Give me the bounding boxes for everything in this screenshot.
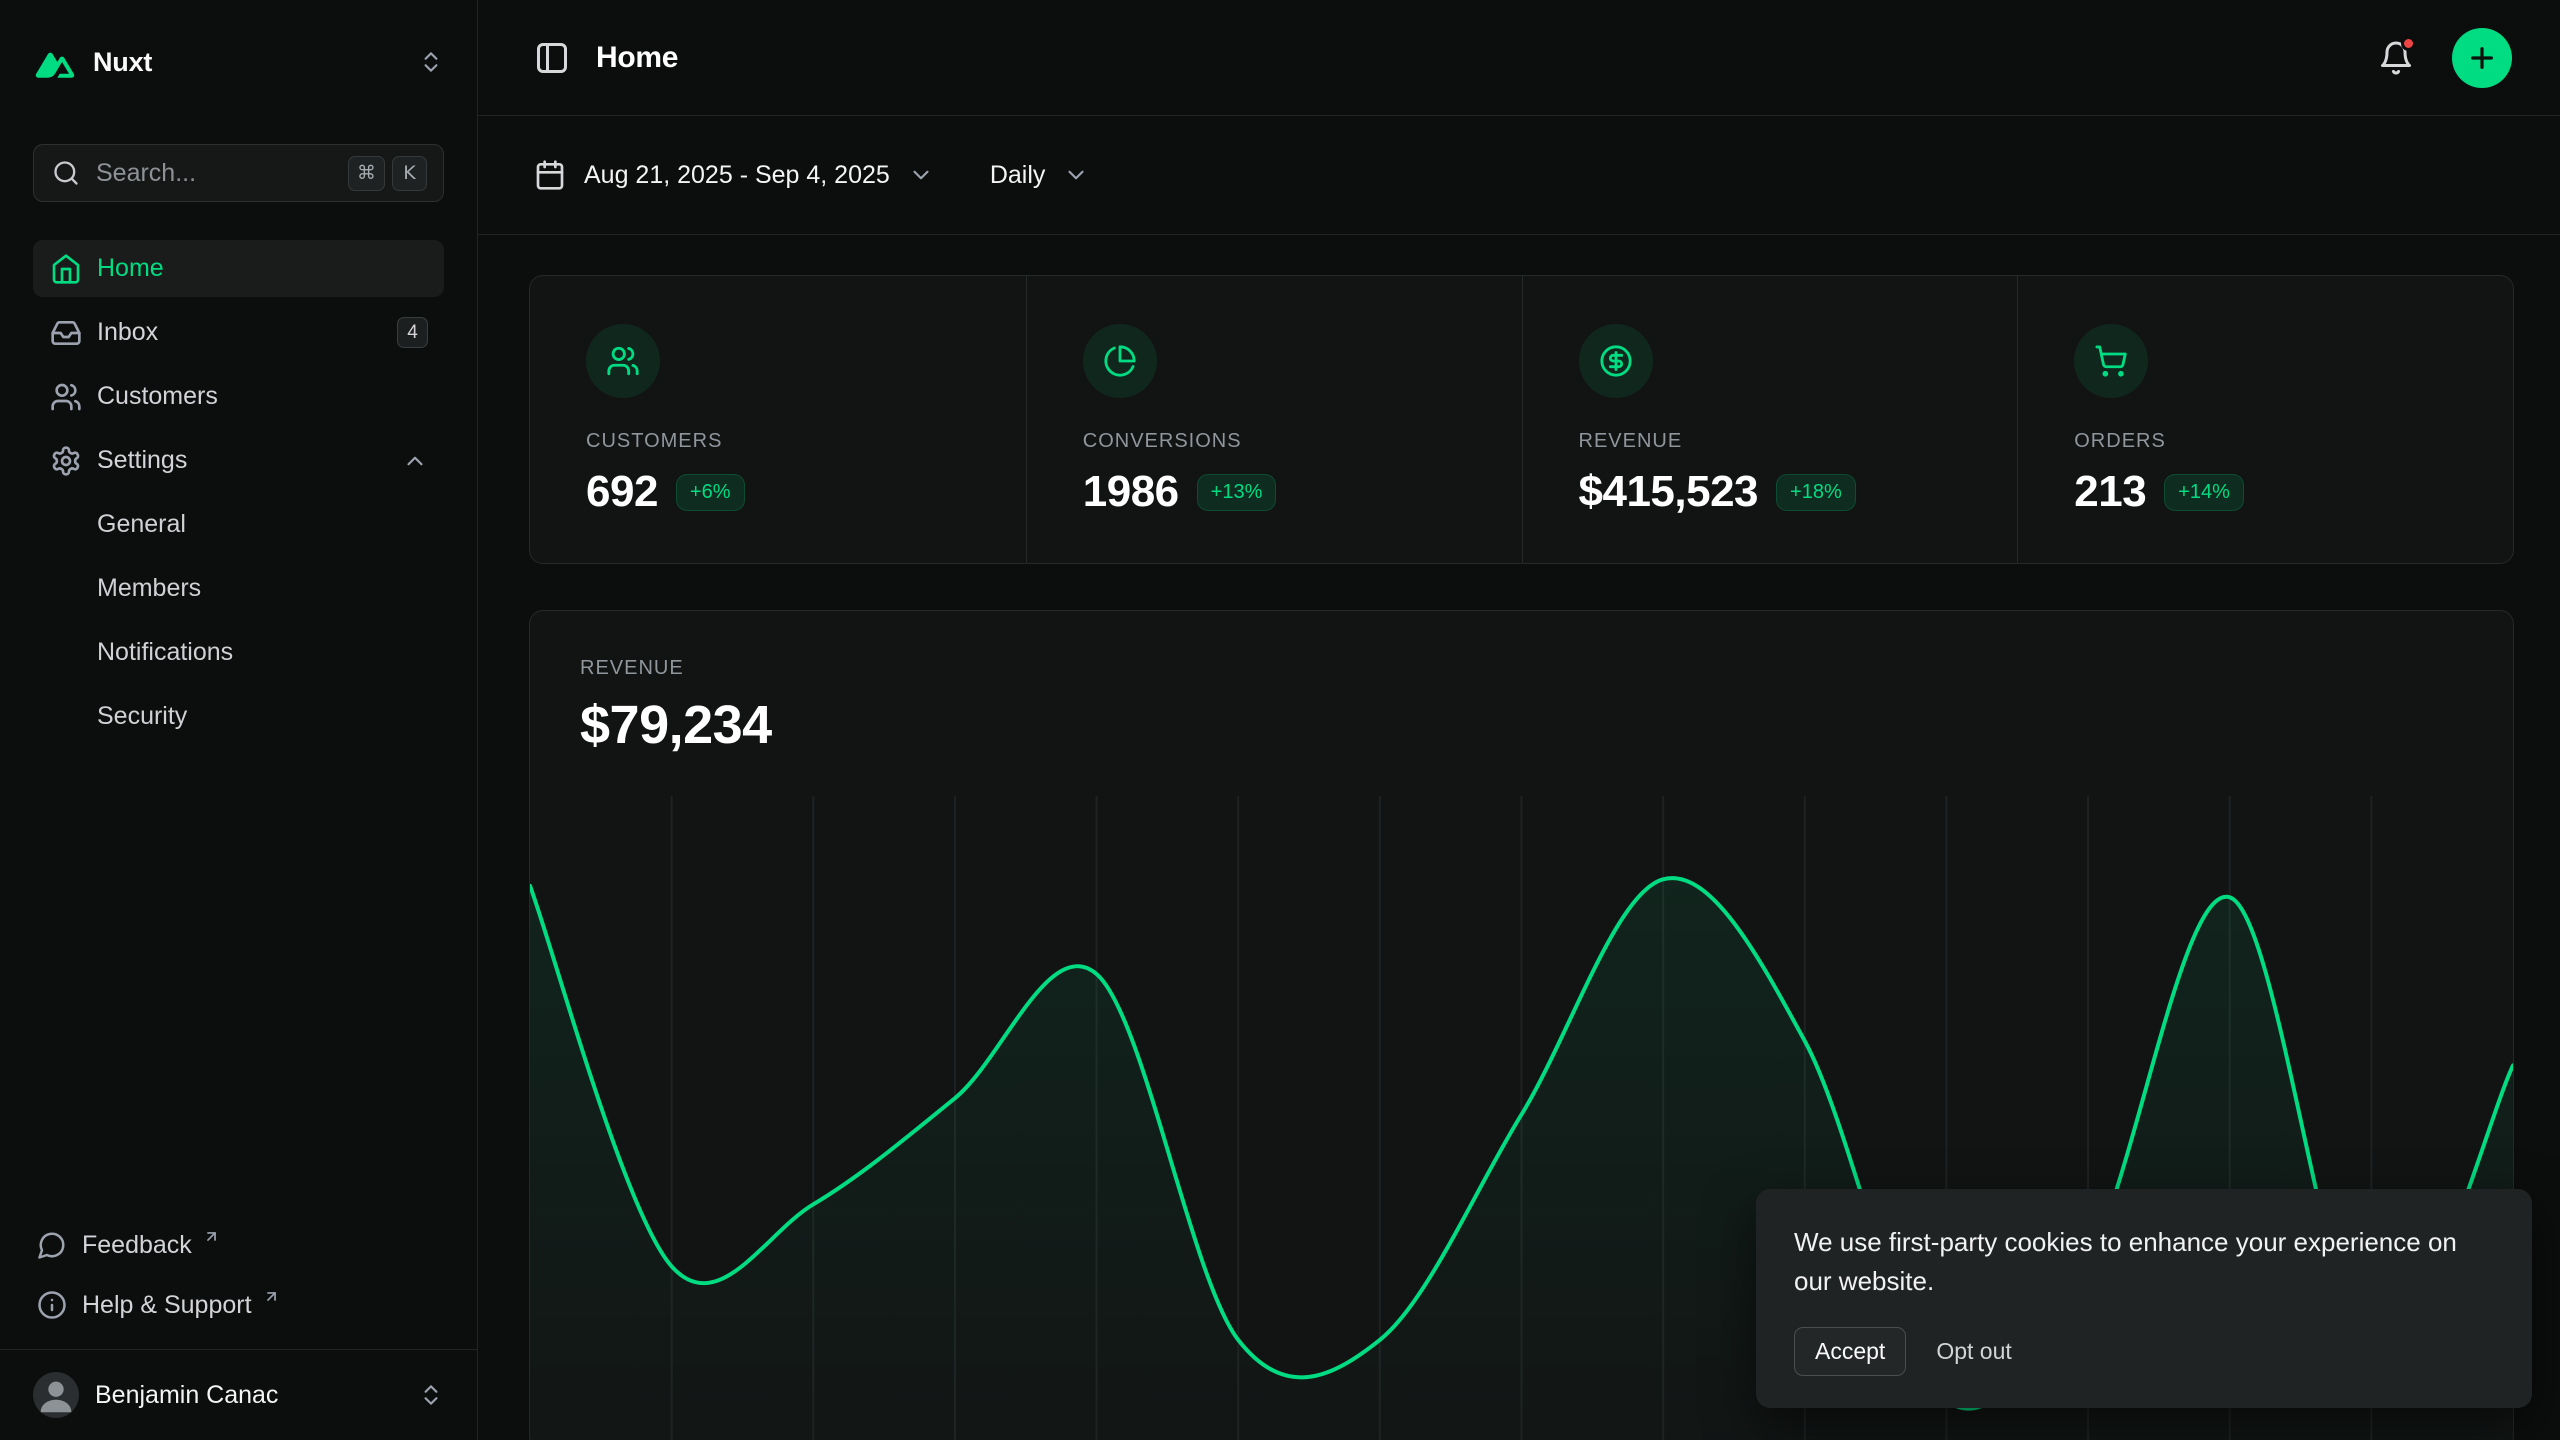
page-header: Home: [478, 0, 2560, 116]
page-title: Home: [596, 41, 678, 75]
filters-toolbar: Aug 21, 2025 - Sep 4, 2025 Daily: [478, 116, 2560, 235]
stat-value: 692: [586, 467, 658, 517]
chevrons-up-down-icon: [418, 1382, 444, 1408]
stat-value: 213: [2074, 467, 2146, 517]
external-link-icon: [263, 1288, 280, 1305]
sidebar-nav: Home Inbox 4 Customers Settings: [33, 240, 444, 745]
plus-icon: [2466, 42, 2498, 74]
sidebar-item-security[interactable]: Security: [33, 688, 444, 745]
add-button[interactable]: [2452, 28, 2512, 88]
notifications-button[interactable]: [2378, 40, 2414, 76]
help-support-label: Help & Support: [82, 1291, 252, 1320]
nav-label-customers: Customers: [97, 382, 218, 411]
sidebar-item-general[interactable]: General: [33, 496, 444, 553]
users-icon: [586, 324, 660, 398]
sub-label-security: Security: [97, 702, 187, 731]
stat-value: $415,523: [1579, 467, 1759, 517]
shopping-cart-icon: [2074, 324, 2148, 398]
nav-label-inbox: Inbox: [97, 318, 158, 347]
circle-dollar-icon: [1579, 324, 1653, 398]
search-input[interactable]: Search... ⌘ K: [33, 144, 444, 202]
external-link-icon: [203, 1228, 220, 1245]
sidebar-item-customers[interactable]: Customers: [33, 368, 444, 425]
stat-card-conversions[interactable]: CONVERSIONS 1986 +13%: [1026, 276, 1522, 563]
cookie-accept-button[interactable]: Accept: [1794, 1327, 1906, 1376]
date-range-picker[interactable]: Aug 21, 2025 - Sep 4, 2025: [534, 159, 934, 191]
stat-label: REVENUE: [1579, 430, 1962, 453]
nav-label-home: Home: [97, 254, 164, 283]
sidebar-item-home[interactable]: Home: [33, 240, 444, 297]
sidebar-item-feedback[interactable]: Feedback: [33, 1219, 444, 1271]
sidebar-item-members[interactable]: Members: [33, 560, 444, 617]
sidebar-toggle-button[interactable]: [534, 40, 570, 76]
revenue-card-value: $79,234: [530, 694, 2513, 756]
search-kbd-group: ⌘ K: [348, 156, 427, 191]
workspace-expand-button[interactable]: [418, 49, 444, 75]
user-name: Benjamin Canac: [95, 1381, 278, 1410]
info-circle-icon: [37, 1290, 67, 1320]
brand-name: Nuxt: [93, 47, 152, 78]
stat-label: ORDERS: [2074, 430, 2457, 453]
cookie-banner: We use first-party cookies to enhance yo…: [1756, 1189, 2532, 1408]
user-avatar: [33, 1372, 79, 1418]
stat-label: CUSTOMERS: [586, 430, 970, 453]
kbd-k-key: K: [392, 156, 427, 191]
chevron-up-icon: [402, 448, 428, 474]
stat-delta-badge: +13%: [1197, 474, 1277, 511]
gear-icon: [50, 445, 82, 477]
stat-label: CONVERSIONS: [1083, 430, 1466, 453]
cookie-message: We use first-party cookies to enhance yo…: [1794, 1223, 2492, 1301]
workspace-switcher[interactable]: Nuxt: [33, 46, 152, 78]
search-placeholder: Search...: [96, 159, 196, 188]
user-menu[interactable]: Benjamin Canac: [33, 1364, 444, 1426]
cookie-actions: Accept Opt out: [1794, 1327, 2492, 1376]
inbox-icon: [50, 317, 82, 349]
sidebar-spacer: [33, 745, 444, 1219]
nuxt-logo-icon: [33, 46, 77, 78]
granularity-select[interactable]: Daily: [990, 161, 1090, 190]
message-bubble-icon: [37, 1230, 67, 1260]
workspace-row: Nuxt: [33, 30, 444, 94]
granularity-label: Daily: [990, 161, 1046, 190]
stats-row: CUSTOMERS 692 +6% CONVERSIONS 1986 +13%: [529, 275, 2514, 564]
chevrons-up-down-icon: [418, 49, 444, 75]
stat-delta-badge: +6%: [676, 474, 745, 511]
sub-label-notifications: Notifications: [97, 638, 233, 667]
sidebar-user-section: Benjamin Canac: [0, 1349, 477, 1440]
stat-card-customers[interactable]: CUSTOMERS 692 +6%: [530, 276, 1026, 563]
search-icon: [52, 159, 80, 187]
sub-label-general: General: [97, 510, 186, 539]
sidebar-item-notifications[interactable]: Notifications: [33, 624, 444, 681]
sidebar-item-inbox[interactable]: Inbox 4: [33, 304, 444, 361]
date-range-label: Aug 21, 2025 - Sep 4, 2025: [584, 161, 890, 190]
sidebar-item-help-support[interactable]: Help & Support: [33, 1279, 444, 1331]
nav-label-settings: Settings: [97, 446, 187, 475]
stat-delta-badge: +18%: [1776, 474, 1856, 511]
home-icon: [50, 253, 82, 285]
chevron-down-icon: [908, 162, 934, 188]
stat-card-orders[interactable]: ORDERS 213 +14%: [2017, 276, 2513, 563]
calendar-icon: [534, 159, 566, 191]
inbox-count-badge: 4: [397, 317, 428, 348]
kbd-meta-key: ⌘: [348, 156, 385, 191]
chevron-down-icon: [1063, 162, 1089, 188]
sidebar-item-settings[interactable]: Settings: [33, 432, 444, 489]
sub-label-members: Members: [97, 574, 201, 603]
notification-dot: [2401, 36, 2416, 51]
pie-chart-icon: [1083, 324, 1157, 398]
panel-left-icon: [534, 40, 570, 76]
users-icon: [50, 381, 82, 413]
revenue-card-label: REVENUE: [530, 657, 2513, 680]
sidebar-footer-links: Feedback Help & Support: [33, 1219, 444, 1349]
sidebar: Nuxt Search... ⌘ K Home: [0, 0, 478, 1440]
feedback-label: Feedback: [82, 1231, 192, 1260]
cookie-optout-button[interactable]: Opt out: [1920, 1328, 2027, 1375]
stat-delta-badge: +14%: [2164, 474, 2244, 511]
stat-value: 1986: [1083, 467, 1179, 517]
stat-card-revenue[interactable]: REVENUE $415,523 +18%: [1522, 276, 2018, 563]
